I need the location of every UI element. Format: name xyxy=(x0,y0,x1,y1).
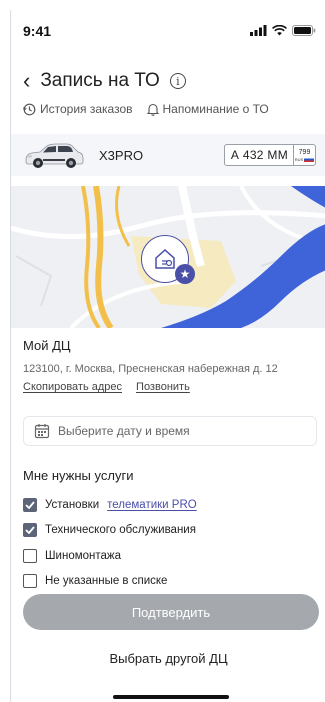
history-icon xyxy=(23,103,36,115)
checkmark-icon xyxy=(25,501,35,509)
dealer-name: Мой ДЦ xyxy=(23,338,71,353)
reminder-label: Напоминание о ТО xyxy=(162,102,269,116)
service-checkbox[interactable] xyxy=(23,497,37,512)
plate-number: А 432 ММ xyxy=(230,148,288,162)
date-time-picker[interactable]: Выберите дату и время xyxy=(23,416,317,446)
copy-address-link[interactable]: Скопировать адрес xyxy=(23,381,122,393)
status-bar: 9:41 xyxy=(11,10,325,50)
info-icon[interactable]: i xyxy=(169,73,186,89)
call-link[interactable]: Позвонить xyxy=(136,381,190,393)
plate-region-block: 799 RUS xyxy=(293,145,315,165)
calendar-icon xyxy=(34,424,50,439)
dealer-info: Мой ДЦ 123100, г. Москва, Пресненская на… xyxy=(23,338,278,393)
map-view[interactable]: ★ xyxy=(11,186,325,328)
services-list: Установки телематики PRO Технического обсл… xyxy=(23,492,197,594)
bell-icon xyxy=(146,103,159,116)
services-title: Мне нужны услуги xyxy=(23,468,134,483)
confirm-button[interactable]: Подтвердить xyxy=(23,594,319,630)
russia-flag-icon xyxy=(304,156,315,162)
service-checkbox[interactable] xyxy=(23,548,37,563)
header-links: История заказов Напоминание о ТО xyxy=(23,102,269,116)
order-history-label: История заказов xyxy=(40,102,133,116)
checkmark-icon xyxy=(25,526,35,535)
service-center-icon xyxy=(155,248,175,269)
service-label: Шиномонтажа xyxy=(45,549,121,562)
service-label: Технического обслуживания xyxy=(45,524,196,537)
dealer-map-pin[interactable]: ★ xyxy=(141,235,195,284)
dealer-address: 123100, г. Москва, Пресненская набережна… xyxy=(23,363,278,375)
choose-other-dealer-button[interactable]: Выбрать другой ДЦ xyxy=(11,651,325,666)
wifi-icon xyxy=(272,25,287,36)
page-title: Запись на ТО xyxy=(40,70,160,91)
service-label: Не указанные в списке xyxy=(45,575,168,588)
back-arrow-icon[interactable]: ‹ xyxy=(23,70,30,92)
car-image xyxy=(25,143,84,168)
plate-country: RUS xyxy=(294,156,304,162)
favorite-star-icon: ★ xyxy=(175,264,195,284)
order-history-link[interactable]: История заказов xyxy=(23,102,133,116)
date-time-placeholder: Выберите дату и время xyxy=(58,424,190,438)
service-option[interactable]: Шиномонтажа xyxy=(23,543,197,569)
reminder-link[interactable]: Напоминание о ТО xyxy=(146,102,269,116)
service-checkbox[interactable] xyxy=(23,574,37,589)
service-label: Установки xyxy=(45,498,100,511)
services-section: Мне нужны услуги Установки телематики PRO… xyxy=(23,468,197,594)
car-name: X3PRO xyxy=(99,148,144,163)
app-screen: 9:41 ‹ Запись на ТО i История заказов На… xyxy=(10,10,325,702)
service-option[interactable]: Технического обслуживания xyxy=(23,518,197,544)
service-checkbox[interactable] xyxy=(23,523,37,538)
plate-region: 799 xyxy=(298,148,311,156)
telematics-pro-link[interactable]: телематики PRO xyxy=(107,499,197,511)
car-row[interactable]: X3PRO А 432 ММ 799 RUS xyxy=(11,134,325,176)
service-option[interactable]: Установки телематики PRO xyxy=(23,492,197,518)
signal-icon xyxy=(250,25,267,36)
battery-icon xyxy=(292,25,316,36)
page-header: ‹ Запись на ТО i xyxy=(23,70,186,92)
service-option[interactable]: Не указанные в списке xyxy=(23,569,197,595)
home-indicator xyxy=(113,695,229,699)
status-time: 9:41 xyxy=(23,23,52,39)
license-plate: А 432 ММ 799 RUS xyxy=(223,144,316,166)
